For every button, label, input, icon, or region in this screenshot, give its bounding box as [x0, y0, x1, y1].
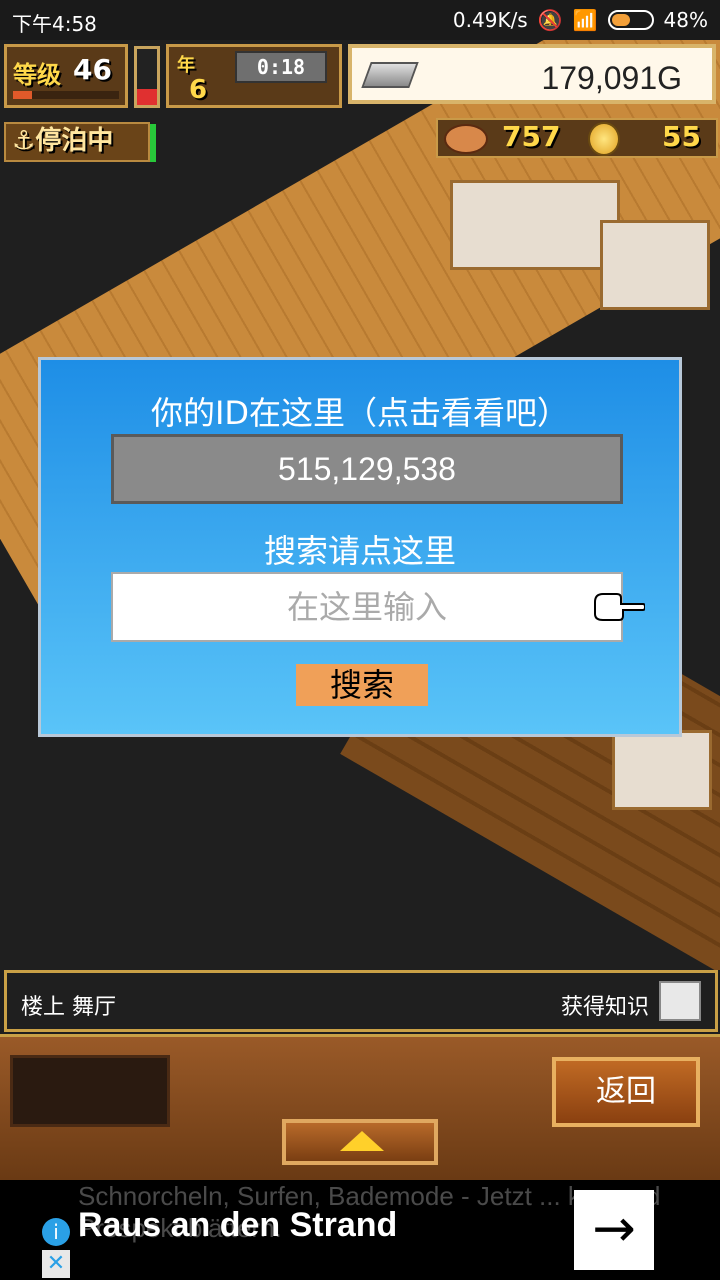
ad-info-icon[interactable]: i — [42, 1218, 70, 1246]
network-speed: 0.49K/s — [452, 8, 528, 32]
anchor-icon: ⚓ — [12, 126, 36, 156]
search-button[interactable]: 搜索 — [296, 664, 428, 706]
game-clock: 0:18 — [235, 51, 327, 83]
search-input[interactable]: 在这里输入 — [111, 572, 623, 642]
location-bar: 楼上 舞厅 获得知识 — [4, 970, 718, 1032]
ad-banner[interactable]: Schnorcheln, Surfen, Bademode - Jetzt ..… — [0, 1180, 720, 1280]
energy-gauge — [134, 46, 160, 108]
empty-slot[interactable] — [10, 1055, 170, 1127]
ad-arrow-button[interactable]: → — [574, 1190, 654, 1270]
gold-bar-icon — [361, 62, 419, 88]
gold-panel: 179,091G — [348, 44, 716, 104]
wifi-icon: 📶 — [572, 8, 598, 32]
status-time: 下午4:58 — [12, 12, 97, 36]
gold-amount: 179,091G — [541, 60, 682, 96]
back-button[interactable]: 返回 — [552, 1057, 700, 1127]
anchor-status-label: 停泊中 — [35, 126, 114, 156]
mute-icon: 🔕 — [537, 8, 563, 32]
bottom-panel: 返回 — [0, 1034, 720, 1180]
year-label: 年 — [177, 55, 195, 76]
gain-knowledge-label: 获得知识 — [560, 995, 649, 1020]
up-arrow-icon — [340, 1131, 384, 1151]
resource-panel: 757 55 — [436, 118, 718, 158]
knowledge-scroll-icon[interactable] — [659, 981, 701, 1021]
player-id-box[interactable]: 515,129,538 — [111, 434, 623, 504]
shop-room — [600, 220, 710, 310]
location-label: 楼上 舞厅 — [21, 995, 116, 1020]
anchor-status[interactable]: ⚓停泊中 — [4, 122, 150, 162]
ad-headline: Raus an den Strand — [78, 1206, 398, 1244]
status-right: 0.49K/s 🔕 📶 48% — [453, 8, 708, 32]
year-clock-panel: 年 6 0:18 — [166, 44, 342, 108]
id-search-dialog: 你的ID在这里（点击看看吧） 515,129,538 搜索请点这里 在这里输入 … — [38, 357, 682, 737]
food-icon — [444, 124, 488, 154]
search-hint: 搜索请点这里 — [263, 532, 456, 570]
battery-percent: 48% — [663, 8, 708, 32]
anchor-indicator — [150, 124, 156, 162]
status-bar: 下午4:58 0.49K/s 🔕 📶 48% — [0, 0, 720, 40]
level-label: 等级 — [13, 61, 61, 89]
dialog-title: 你的ID在这里（点击看看吧） — [150, 394, 570, 432]
experience-bar — [13, 91, 119, 99]
resource-2-value: 55 — [662, 120, 701, 153]
bed-room — [612, 730, 712, 810]
expand-up-button[interactable] — [282, 1119, 438, 1165]
battery-icon — [607, 10, 654, 30]
pointing-hand-icon — [594, 593, 645, 621]
level-panel: 等级 46 — [4, 44, 128, 108]
screen: 下午4:58 0.49K/s 🔕 📶 48% 等级 46 年 6 0:18 17… — [0, 0, 720, 1280]
level-value: 46 — [73, 53, 112, 86]
medal-icon — [588, 122, 620, 156]
year-value: 6 — [189, 75, 208, 105]
resource-1-value: 757 — [502, 120, 561, 153]
cabin-room — [450, 180, 620, 270]
ad-close-icon[interactable]: ✕ — [42, 1250, 70, 1278]
